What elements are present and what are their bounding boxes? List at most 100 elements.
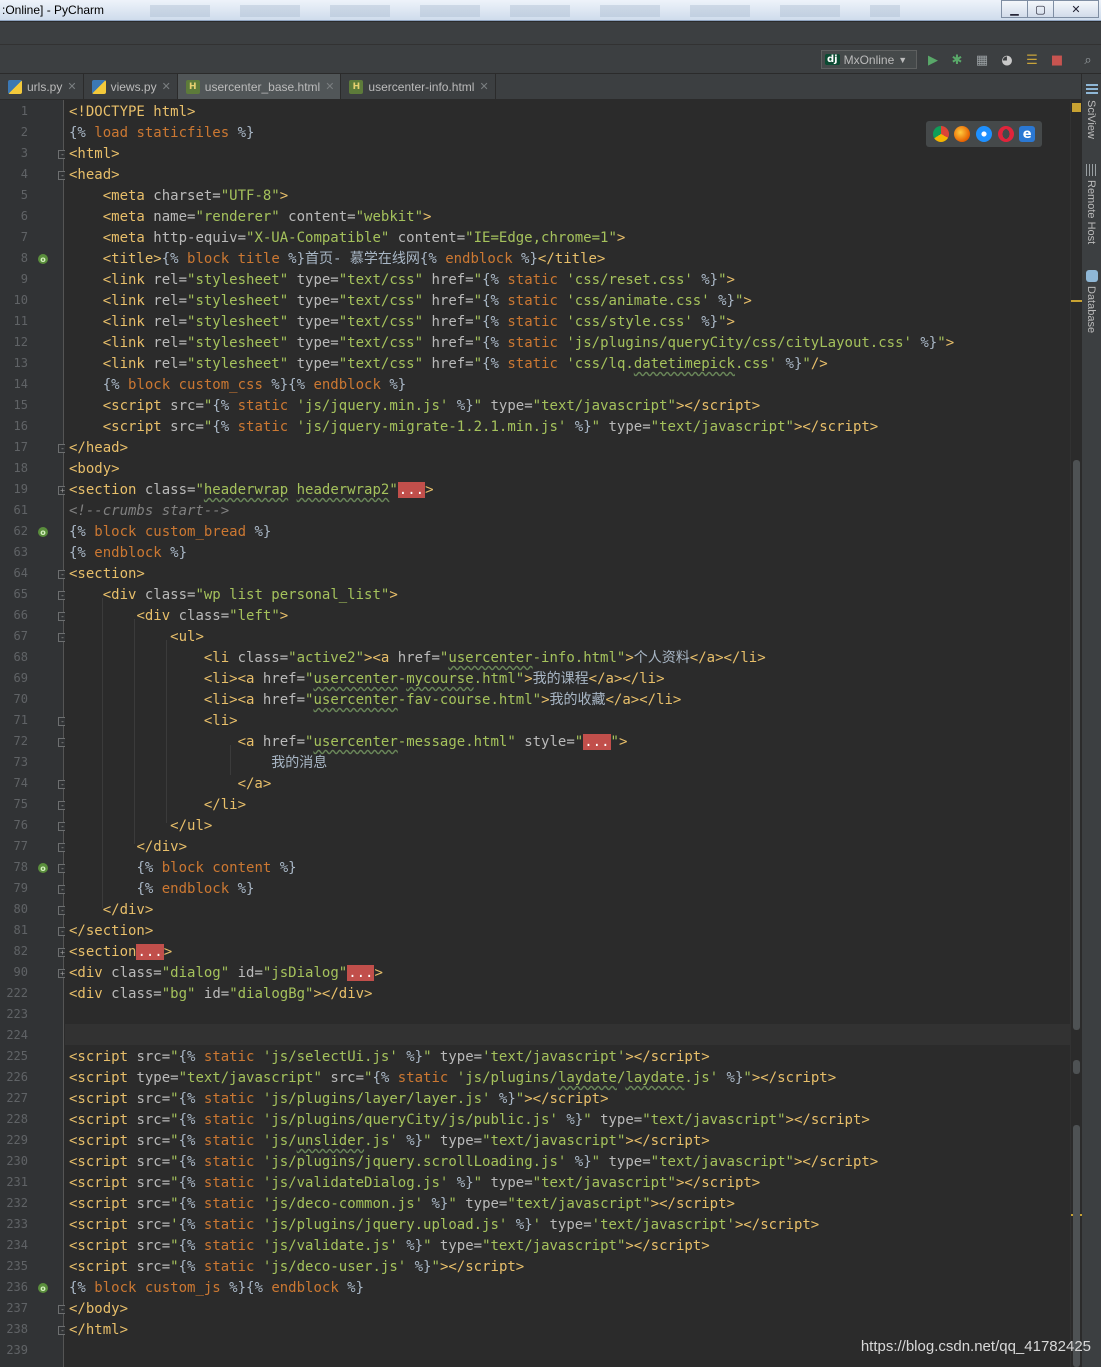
code-line: {% load staticfiles %} bbox=[69, 125, 255, 141]
line-number: 223 bbox=[6, 1007, 28, 1021]
code-line: <div class="bg" id="dialogBg"></div> bbox=[69, 986, 373, 1002]
code-line: <title>{% block title %}首页- 慕学在线网{% endb… bbox=[102, 251, 606, 267]
indent-guide bbox=[230, 745, 231, 775]
code-line: <script src="{% static 'js/validate.js' … bbox=[69, 1238, 710, 1254]
concurrency-icon[interactable]: ☰ bbox=[1024, 52, 1040, 68]
editor-tab[interactable]: Husercenter-info.html ✕ bbox=[341, 74, 496, 99]
internet-explorer-icon[interactable]: e bbox=[1019, 126, 1036, 142]
maximize-button[interactable]: ▢ bbox=[1027, 0, 1054, 18]
line-number: 226 bbox=[6, 1070, 28, 1084]
debug-icon[interactable]: ✱ bbox=[949, 52, 965, 68]
main-toolbar: dj MxOnline ▼ ▶ ✱ ▦ ◕ ☰ ■ ⌕ bbox=[0, 45, 1101, 74]
code-line: <script src="{% static 'js/plugins/query… bbox=[69, 1112, 870, 1128]
window-controls: ▁ ▢ ✕ bbox=[1001, 0, 1099, 18]
database-tool-tab[interactable]: Database bbox=[1085, 286, 1097, 333]
editor-tab[interactable]: urls.py ✕ bbox=[0, 74, 84, 99]
code-line: <meta http-equiv="X-UA-Compatible" conte… bbox=[102, 230, 626, 246]
scroll-thumb[interactable] bbox=[1073, 460, 1080, 1030]
sciview-tool-tab[interactable]: SciView bbox=[1085, 100, 1097, 139]
line-number: 74 bbox=[13, 776, 28, 790]
close-tab-icon[interactable]: ✕ bbox=[479, 80, 488, 93]
line-number: 10 bbox=[13, 293, 28, 307]
line-number: 19 bbox=[13, 482, 28, 496]
editor-tab[interactable]: views.py ✕ bbox=[84, 74, 178, 99]
opera-icon[interactable] bbox=[997, 126, 1014, 142]
line-number: 79 bbox=[13, 881, 28, 895]
line-number: 3 bbox=[20, 146, 28, 160]
close-button[interactable]: ✕ bbox=[1053, 0, 1099, 18]
code-line: <li><a href="usercenter-fav-course.html"… bbox=[203, 692, 682, 708]
remote-host-tool-tab[interactable]: Remote Host bbox=[1085, 180, 1097, 244]
override-marker-icon[interactable]: o bbox=[38, 254, 48, 264]
close-tab-icon[interactable]: ✕ bbox=[162, 80, 171, 93]
code-line: <!--crumbs start--> bbox=[69, 503, 230, 519]
editor-scrollbar[interactable] bbox=[1070, 100, 1082, 1367]
code-line: <a href="usercenter-message.html" style=… bbox=[237, 734, 628, 750]
line-number: 222 bbox=[6, 986, 28, 1000]
line-number: 82 bbox=[13, 944, 28, 958]
firefox-icon[interactable] bbox=[954, 126, 971, 142]
window-title-bar: :Online] - PyCharm ▁ ▢ ✕ bbox=[0, 0, 1101, 21]
code-line: <li><a href="usercenter-mycourse.html">我… bbox=[203, 671, 665, 687]
line-number: 228 bbox=[6, 1112, 28, 1126]
line-number: 2 bbox=[20, 125, 28, 139]
line-number: 235 bbox=[6, 1259, 28, 1273]
line-number: 13 bbox=[13, 356, 28, 370]
line-number: 69 bbox=[13, 671, 28, 685]
code-line: </head> bbox=[69, 440, 129, 456]
safari-icon[interactable] bbox=[975, 126, 992, 142]
code-line: </html> bbox=[69, 1322, 129, 1338]
code-editor[interactable]: <!DOCTYPE html> {% load staticfiles %} <… bbox=[65, 100, 1070, 1367]
editor-tab[interactable]: Husercenter_base.html ✕ bbox=[177, 74, 342, 99]
code-line: </ul> bbox=[170, 818, 213, 834]
close-tab-icon[interactable]: ✕ bbox=[325, 80, 334, 93]
line-number: 18 bbox=[13, 461, 28, 475]
indent-guide bbox=[102, 598, 103, 908]
code-line: <script src="{% static 'js/deco-common.j… bbox=[69, 1196, 735, 1212]
code-line: {% block custom_bread %} bbox=[69, 524, 272, 540]
taskbar-blur bbox=[150, 5, 900, 17]
tab-label: urls.py bbox=[27, 79, 63, 94]
line-number: 81 bbox=[13, 923, 28, 937]
line-number: 225 bbox=[6, 1049, 28, 1063]
line-number: 5 bbox=[20, 188, 28, 202]
browser-preview-popup: e bbox=[926, 121, 1042, 147]
tab-label: usercenter_base.html bbox=[204, 79, 321, 94]
run-configuration-select[interactable]: dj MxOnline ▼ bbox=[821, 50, 917, 69]
override-marker-icon[interactable]: o bbox=[38, 527, 48, 537]
search-icon[interactable]: ⌕ bbox=[1080, 52, 1096, 68]
code-line: <script src='{% static 'js/plugins/jquer… bbox=[69, 1217, 820, 1233]
line-number: 66 bbox=[13, 608, 28, 622]
code-line: {% block custom_js %}{% endblock %} bbox=[69, 1280, 365, 1296]
warning-marker[interactable] bbox=[1071, 300, 1082, 302]
code-line: <link rel="stylesheet" type="text/css" h… bbox=[102, 314, 735, 330]
code-line: <script src="{% static 'js/jquery-migrat… bbox=[102, 419, 879, 435]
stop-icon[interactable]: ■ bbox=[1049, 52, 1065, 68]
code-line: <div class="dialog" id="jsDialog"...> bbox=[69, 965, 383, 981]
chrome-icon[interactable] bbox=[932, 126, 949, 142]
line-number: 90 bbox=[13, 965, 28, 979]
minimize-button[interactable]: ▁ bbox=[1001, 0, 1028, 18]
coverage-icon[interactable]: ▦ bbox=[974, 52, 990, 68]
override-marker-icon[interactable]: o bbox=[38, 863, 48, 873]
code-line: <li> bbox=[203, 713, 238, 729]
line-number: 63 bbox=[13, 545, 28, 559]
run-icon[interactable]: ▶ bbox=[925, 52, 941, 68]
code-line: </div> bbox=[102, 902, 154, 918]
close-tab-icon[interactable]: ✕ bbox=[67, 80, 76, 93]
inspection-status-icon[interactable] bbox=[1072, 103, 1081, 112]
line-number: 61 bbox=[13, 503, 28, 517]
line-number: 15 bbox=[13, 398, 28, 412]
code-line: <script type="text/javascript" src="{% s… bbox=[69, 1070, 837, 1086]
override-marker-icon[interactable]: o bbox=[38, 1283, 48, 1293]
code-line: {% block custom_css %}{% endblock %} bbox=[102, 377, 407, 393]
profile-icon[interactable]: ◕ bbox=[999, 52, 1015, 68]
menu-bar bbox=[0, 22, 1101, 45]
indent-guide bbox=[166, 640, 167, 823]
code-line: <section...> bbox=[69, 944, 173, 960]
indent-guide bbox=[134, 619, 135, 844]
code-line: </div> bbox=[136, 839, 188, 855]
right-tool-strip: SciView Remote Host Database bbox=[1081, 74, 1101, 1367]
line-number: 16 bbox=[13, 419, 28, 433]
line-number: 237 bbox=[6, 1301, 28, 1315]
